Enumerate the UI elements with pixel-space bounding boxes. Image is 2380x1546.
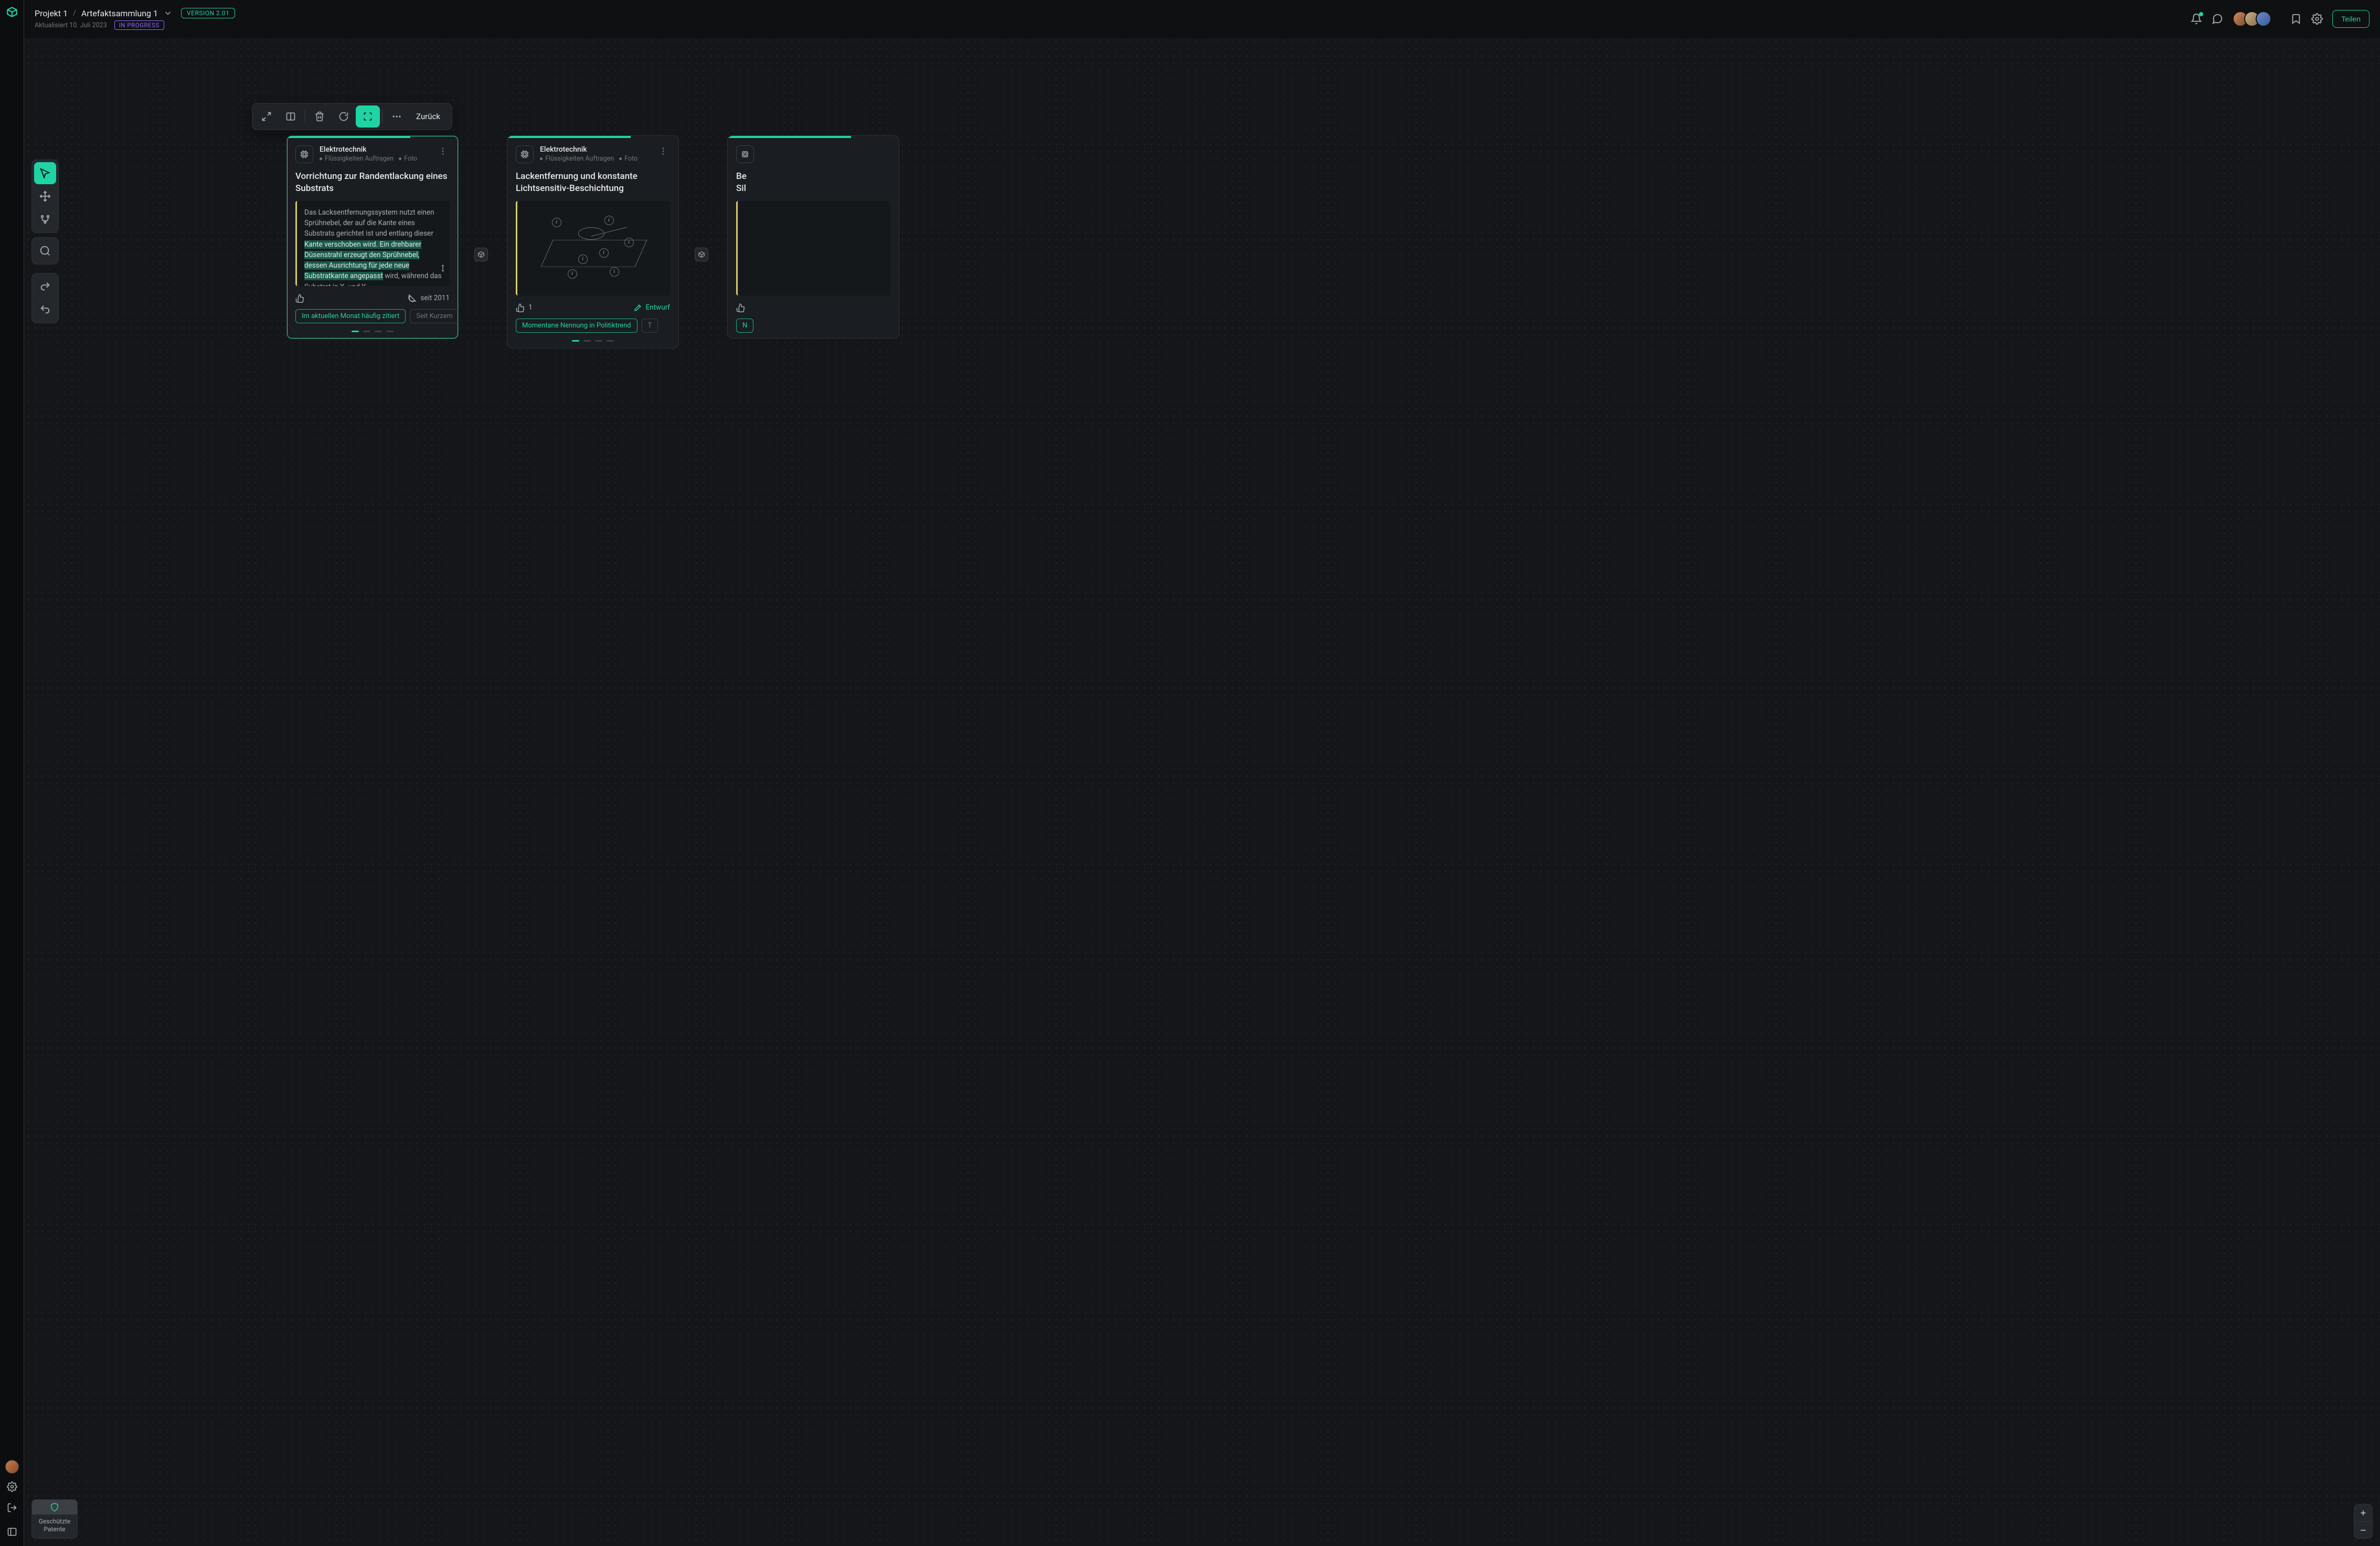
top-actions: Teilen bbox=[2191, 10, 2370, 28]
chip[interactable]: Seit Kurzem bbox=[410, 309, 458, 323]
tool-undo[interactable] bbox=[34, 299, 56, 321]
like-button[interactable] bbox=[295, 293, 308, 303]
refresh-icon[interactable] bbox=[332, 105, 356, 128]
protected-patents-label: GeschütztePatente bbox=[32, 1515, 77, 1538]
protected-patents-badge[interactable]: GeschütztePatente bbox=[31, 1499, 78, 1539]
current-user-avatar[interactable] bbox=[5, 1460, 19, 1474]
artifact-card[interactable]: Elektrotechnik Flüssigkeiten Auftragen F… bbox=[507, 135, 679, 348]
notifications-icon[interactable] bbox=[2191, 13, 2202, 25]
chip[interactable]: T bbox=[642, 319, 658, 333]
app-rail bbox=[0, 0, 24, 1546]
card-menu-icon[interactable] bbox=[436, 145, 450, 157]
breadcrumb-separator: / bbox=[73, 9, 76, 17]
chat-icon[interactable] bbox=[2212, 13, 2223, 25]
notification-dot bbox=[2199, 12, 2203, 16]
info-icon[interactable]: i bbox=[604, 216, 614, 225]
artifact-card[interactable]: BeSil N bbox=[727, 135, 899, 338]
chip-icon bbox=[516, 145, 534, 163]
card-figure[interactable] bbox=[736, 201, 890, 295]
split-icon[interactable] bbox=[279, 105, 303, 128]
card-abstract[interactable]: Das Lacksentfernungssystem nutzt einen S… bbox=[295, 201, 450, 286]
chip[interactable]: Momentane Nennung in Politiktrend bbox=[516, 319, 638, 333]
chip-icon bbox=[295, 145, 313, 163]
updated-label: Aktualisiert 10. Juli 2023 bbox=[35, 22, 107, 29]
selection-toolbar: Zurück bbox=[252, 103, 452, 130]
shield-icon bbox=[32, 1500, 77, 1515]
tool-palette bbox=[31, 160, 59, 323]
back-button[interactable]: Zurück bbox=[409, 112, 450, 121]
node-connector[interactable] bbox=[695, 248, 708, 261]
card-pagination[interactable] bbox=[507, 338, 678, 348]
status-badge: IN PROGRESS bbox=[114, 20, 164, 30]
expand-icon[interactable] bbox=[254, 105, 279, 128]
breadcrumb: Projekt 1 / Artefaktsammlung 1 VERSION 2… bbox=[35, 8, 235, 30]
tool-search[interactable] bbox=[34, 240, 56, 262]
breadcrumb-project[interactable]: Projekt 1 bbox=[35, 8, 68, 18]
breadcrumb-collection[interactable]: Artefaktsammlung 1 bbox=[81, 8, 158, 18]
tool-redo[interactable] bbox=[34, 276, 56, 298]
tool-branch[interactable] bbox=[34, 208, 56, 230]
info-icon[interactable]: i bbox=[552, 218, 561, 227]
breadcrumb-dropdown[interactable] bbox=[163, 8, 173, 18]
info-icon[interactable]: i bbox=[599, 248, 609, 258]
card-tags: Flüssigkeiten Auftragen Foto bbox=[540, 155, 650, 163]
app-settings-button[interactable] bbox=[4, 1479, 20, 1495]
top-bar: Projekt 1 / Artefaktsammlung 1 VERSION 2… bbox=[24, 0, 2380, 38]
info-icon[interactable]: i bbox=[624, 238, 634, 247]
card-chips: Momentane Nennung in Politiktrend T bbox=[507, 319, 678, 338]
like-button[interactable]: 1 bbox=[516, 303, 533, 312]
chip[interactable]: N bbox=[736, 319, 753, 333]
card-figure[interactable]: i i i i i i i bbox=[516, 201, 670, 295]
card-title: Vorrichtung zur Randentlackung eines Sub… bbox=[287, 168, 458, 201]
panel-toggle-button[interactable] bbox=[4, 1524, 20, 1540]
info-icon[interactable]: i bbox=[578, 255, 588, 264]
share-button[interactable]: Teilen bbox=[2332, 10, 2370, 28]
tool-move[interactable] bbox=[34, 185, 56, 207]
canvas[interactable]: GeschütztePatente Zurück bbox=[24, 38, 2380, 1546]
zoom-in-button[interactable] bbox=[2354, 1505, 2372, 1521]
card-tags: Flüssigkeiten Auftragen Foto bbox=[320, 155, 430, 163]
avatar[interactable] bbox=[2256, 11, 2271, 27]
like-button[interactable] bbox=[736, 303, 746, 312]
card-title: Lackentfernung und konstante Lichtsensit… bbox=[507, 168, 678, 201]
bookmark-icon[interactable] bbox=[2290, 13, 2302, 25]
delete-icon[interactable] bbox=[307, 105, 332, 128]
collaborator-avatars[interactable] bbox=[2233, 11, 2271, 27]
version-badge: VERSION 2.01 bbox=[181, 8, 235, 18]
focus-frame-icon[interactable] bbox=[356, 105, 380, 128]
tool-select[interactable] bbox=[34, 162, 56, 184]
card-meta: Entwurf bbox=[633, 303, 671, 312]
info-icon[interactable]: i bbox=[610, 267, 619, 277]
app-logo bbox=[5, 6, 19, 20]
card-meta: seit 2011 bbox=[408, 293, 450, 303]
card-title: BeSil bbox=[728, 168, 899, 201]
artifact-card[interactable]: Elektrotechnik Flüssigkeiten Auftragen F… bbox=[286, 135, 459, 339]
text-cursor-icon bbox=[439, 263, 447, 273]
card-chips: Im aktuellen Monat häufig zitiert Seit K… bbox=[287, 309, 458, 329]
chip[interactable]: Im aktuellen Monat häufig zitiert bbox=[295, 309, 406, 323]
settings-icon[interactable] bbox=[2311, 13, 2323, 25]
info-icon[interactable]: i bbox=[568, 269, 577, 279]
zoom-out-button[interactable] bbox=[2354, 1521, 2372, 1538]
card-category: Elektrotechnik bbox=[320, 145, 430, 154]
card-chips: N bbox=[728, 319, 899, 338]
card-category: Elektrotechnik bbox=[540, 145, 650, 154]
card-menu-icon[interactable] bbox=[656, 145, 670, 157]
card-pagination[interactable] bbox=[287, 329, 458, 338]
more-icon[interactable] bbox=[385, 105, 409, 128]
logout-button[interactable] bbox=[4, 1500, 20, 1516]
node-connector[interactable] bbox=[474, 248, 488, 261]
chip-icon bbox=[736, 145, 754, 163]
zoom-control bbox=[2354, 1504, 2373, 1539]
